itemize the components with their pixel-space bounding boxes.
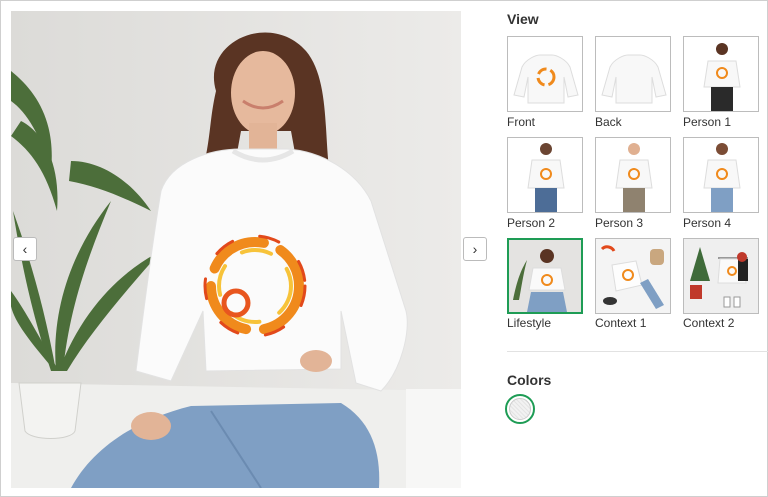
context-2-image [684,239,758,313]
thumbnail-back[interactable] [595,36,671,112]
thumbnail-label: Person 3 [595,216,644,230]
previous-image-button[interactable]: ‹ [13,237,37,261]
view-heading: View [507,11,539,27]
colors-heading: Colors [507,372,552,388]
thumbnail-context-1[interactable] [595,238,671,314]
thumbnail-person-4[interactable] [683,137,759,213]
next-image-button[interactable]: › [463,237,487,261]
thumbnail-label: Context 1 [595,316,647,330]
thumbnail-label: Person 1 [683,115,732,129]
color-swatch-white[interactable] [505,394,535,424]
thumbnail-label: Context 2 [683,316,735,330]
swatch-fill [509,398,531,420]
person-1-image [703,43,741,111]
person-4-image [703,143,741,212]
person-3-image [615,143,653,212]
main-product-image [11,11,461,488]
section-divider [507,351,768,352]
lifestyle-thumb-image [509,240,581,312]
chevron-right-icon: › [472,241,478,257]
thumbnail-label: Back [595,115,622,129]
thumbnail-label: Person 4 [683,216,732,230]
thumbnail-person-3[interactable] [595,137,671,213]
thumbnail-label: Lifestyle [507,316,552,330]
context-1-image [596,239,670,313]
person-2-image [527,143,565,212]
thumbnail-label: Person 2 [507,216,556,230]
front-sweatshirt-image [513,54,579,104]
thumbnail-person-2[interactable] [507,137,583,213]
back-sweatshirt-image [601,54,667,104]
chevron-left-icon: ‹ [22,241,28,257]
thumbnail-label: Front [507,115,536,129]
thumbnail-lifestyle[interactable] [507,238,583,314]
lifestyle-photo [11,11,461,488]
product-gallery: ‹ › View Front Back Person 1 Person 2 Pe… [0,0,768,497]
thumbnail-context-2[interactable] [683,238,759,314]
thumbnail-person-1[interactable] [683,36,759,112]
thumbnail-front[interactable] [507,36,583,112]
